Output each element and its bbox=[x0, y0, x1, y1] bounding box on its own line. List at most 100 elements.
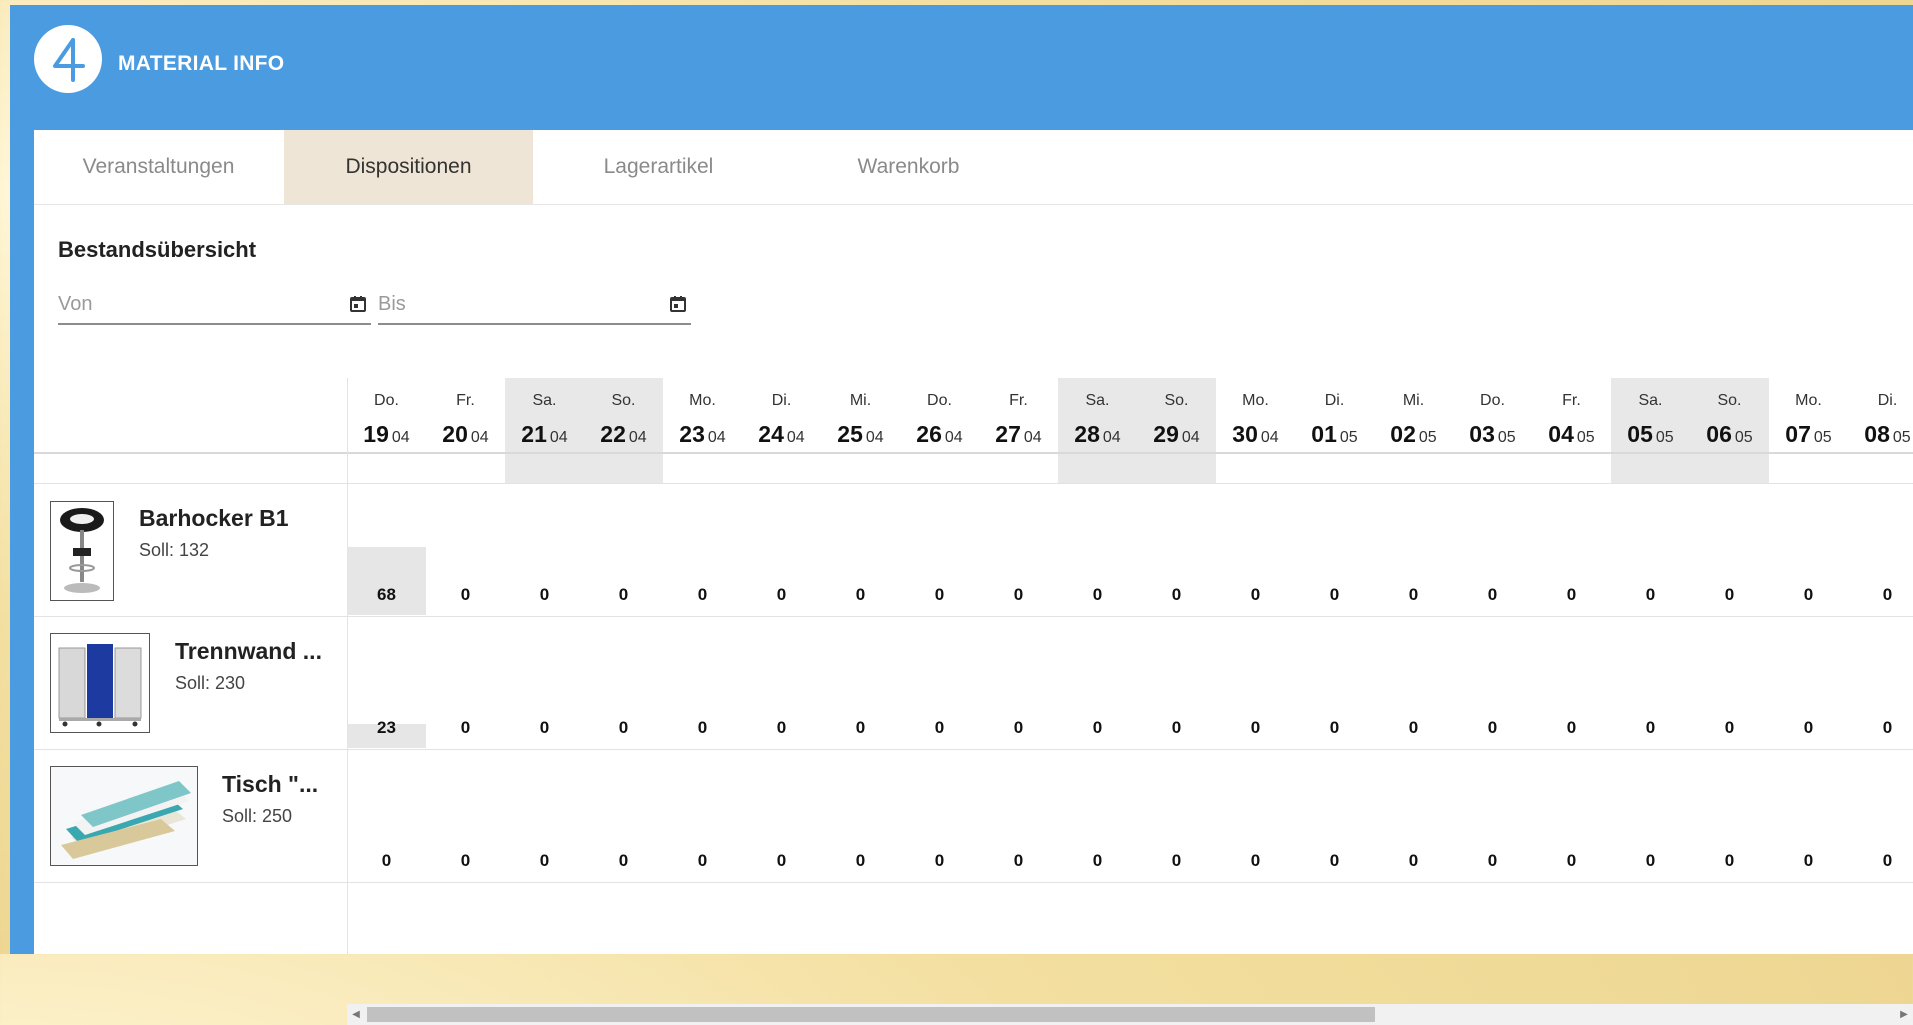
stock-value-cell[interactable]: 0 bbox=[663, 585, 742, 605]
stock-value-cell[interactable]: 0 bbox=[1769, 585, 1848, 605]
month-number: 04 bbox=[391, 429, 410, 446]
tab-warenkorb[interactable]: Warenkorb bbox=[784, 130, 1033, 204]
stock-value-cell[interactable]: 0 bbox=[1532, 851, 1611, 871]
stock-value-cell[interactable]: 0 bbox=[426, 851, 505, 871]
calendar-icon[interactable] bbox=[669, 295, 687, 313]
tab-dispositionen[interactable]: Dispositionen bbox=[284, 130, 533, 204]
day-number: 19 bbox=[363, 421, 389, 447]
tab-bar: Veranstaltungen Dispositionen Lagerartik… bbox=[34, 130, 1913, 205]
stock-value-cell[interactable]: 0 bbox=[1453, 851, 1532, 871]
stock-value-cell[interactable]: 0 bbox=[900, 718, 979, 738]
date-label: 05 05 bbox=[1611, 421, 1690, 448]
stock-value-cell[interactable]: 0 bbox=[1295, 718, 1374, 738]
weekend-strip bbox=[584, 454, 663, 483]
stock-value-cell[interactable]: 0 bbox=[426, 718, 505, 738]
stock-value-cell[interactable]: 23 bbox=[347, 718, 426, 738]
day-number: 30 bbox=[1232, 421, 1258, 447]
stock-value-cell[interactable]: 0 bbox=[584, 851, 663, 871]
tab-veranstaltungen[interactable]: Veranstaltungen bbox=[34, 130, 283, 204]
to-date-input[interactable] bbox=[378, 292, 691, 316]
stock-value-cell[interactable]: 0 bbox=[1848, 718, 1913, 738]
scroll-right-icon[interactable]: ▶ bbox=[1895, 1004, 1913, 1025]
stock-value-cell[interactable]: 0 bbox=[663, 851, 742, 871]
product-row-barhocker[interactable]: Barhocker B1 Soll: 132 68 0 0 0 0 0 0 0 0 0 0 0 0 0 0 0… bbox=[34, 483, 1913, 616]
stock-value-cell[interactable]: 0 bbox=[1690, 585, 1769, 605]
stock-value-cell[interactable]: 0 bbox=[1216, 585, 1295, 605]
stock-value-cell[interactable]: 0 bbox=[1058, 851, 1137, 871]
stock-value-cell[interactable]: 0 bbox=[1532, 585, 1611, 605]
stock-value-cell[interactable]: 0 bbox=[1690, 851, 1769, 871]
weekday-label: So. bbox=[611, 392, 636, 409]
stock-value-cell[interactable]: 0 bbox=[1216, 851, 1295, 871]
stock-value-cell[interactable]: 0 bbox=[1137, 585, 1216, 605]
stock-value-cell[interactable]: 0 bbox=[584, 718, 663, 738]
month-number: 05 bbox=[1497, 429, 1516, 446]
stock-value-cell[interactable]: 0 bbox=[1611, 718, 1690, 738]
stock-value-cell[interactable]: 0 bbox=[821, 718, 900, 738]
stock-value-cell[interactable]: 0 bbox=[900, 851, 979, 871]
calendar-icon[interactable] bbox=[349, 295, 367, 313]
stock-value-cell[interactable]: 0 bbox=[584, 585, 663, 605]
stock-value-cell[interactable]: 0 bbox=[1374, 851, 1453, 871]
stock-value-cell[interactable]: 0 bbox=[900, 585, 979, 605]
scroll-left-icon[interactable]: ◀ bbox=[347, 1004, 365, 1025]
stock-value-cell[interactable]: 0 bbox=[979, 585, 1058, 605]
stock-value-cell[interactable]: 0 bbox=[1058, 718, 1137, 738]
stock-value-cell[interactable]: 68 bbox=[347, 585, 426, 605]
scrollbar-thumb[interactable] bbox=[367, 1007, 1375, 1022]
from-date-input[interactable] bbox=[58, 292, 371, 316]
stock-value-cell[interactable]: 0 bbox=[1769, 851, 1848, 871]
stock-value-cell[interactable]: 0 bbox=[1374, 718, 1453, 738]
stock-value-cell[interactable]: 0 bbox=[505, 851, 584, 871]
weekday-label: Fr. bbox=[1009, 392, 1028, 409]
stock-value-cell[interactable]: 0 bbox=[347, 851, 426, 871]
top-bar: MATERIAL INFO bbox=[10, 5, 1913, 130]
stock-value-cell[interactable]: 0 bbox=[742, 718, 821, 738]
month-number: 05 bbox=[1892, 429, 1911, 446]
stock-value-cell[interactable]: 0 bbox=[1769, 718, 1848, 738]
stock-value-cell[interactable]: 0 bbox=[505, 585, 584, 605]
stock-value-cell[interactable]: 0 bbox=[1295, 851, 1374, 871]
stock-value-cell[interactable]: 0 bbox=[1453, 718, 1532, 738]
product-name: Trennwand ... bbox=[175, 638, 322, 664]
stock-value-cell[interactable]: 0 bbox=[1216, 718, 1295, 738]
date-column-header: Di. 01 05 bbox=[1295, 378, 1374, 452]
weekday-label: So. bbox=[1717, 392, 1742, 409]
stock-value-cell[interactable]: 0 bbox=[979, 851, 1058, 871]
product-row-tisch[interactable]: Tisch "... Soll: 250 0000000000000000000… bbox=[34, 749, 1913, 882]
stock-value-cell[interactable]: 0 bbox=[505, 718, 584, 738]
stock-value-cell[interactable]: 0 bbox=[426, 585, 505, 605]
horizontal-scrollbar[interactable]: ◀ ▶ bbox=[347, 1004, 1913, 1025]
stock-value-cell[interactable]: 0 bbox=[1611, 585, 1690, 605]
weekday-label: Mo. bbox=[1795, 392, 1822, 409]
stock-value-cell[interactable]: 0 bbox=[663, 718, 742, 738]
day-number: 27 bbox=[995, 421, 1021, 447]
stock-value-cell[interactable]: 0 bbox=[1453, 585, 1532, 605]
stock-value-cell[interactable]: 0 bbox=[1295, 585, 1374, 605]
tab-lagerartikel[interactable]: Lagerartikel bbox=[534, 130, 783, 204]
stock-value-cell[interactable]: 0 bbox=[1137, 718, 1216, 738]
stock-value-cell[interactable]: 0 bbox=[1532, 718, 1611, 738]
stock-value-cell[interactable]: 0 bbox=[742, 851, 821, 871]
stock-value-cell[interactable]: 0 bbox=[821, 851, 900, 871]
date-label: 07 05 bbox=[1769, 421, 1848, 448]
weekday-label: Di. bbox=[1877, 392, 1898, 409]
month-number: 04 bbox=[944, 429, 963, 446]
stock-value-cell[interactable]: 0 bbox=[1374, 585, 1453, 605]
stock-value-cell[interactable]: 0 bbox=[1690, 718, 1769, 738]
stock-value-cell[interactable]: 0 bbox=[1137, 851, 1216, 871]
day-number: 06 bbox=[1706, 421, 1732, 447]
stock-value-cell[interactable]: 0 bbox=[821, 585, 900, 605]
weekday-label: Di. bbox=[1324, 392, 1345, 409]
stock-value-cell[interactable]: 0 bbox=[1848, 585, 1913, 605]
stock-value-cell[interactable]: 0 bbox=[742, 585, 821, 605]
stock-value-cell[interactable]: 0 bbox=[1058, 585, 1137, 605]
date-column-header: Sa. 05 05 bbox=[1611, 378, 1690, 452]
stock-value-cell[interactable]: 0 bbox=[1611, 851, 1690, 871]
stock-value-cell[interactable]: 0 bbox=[1848, 851, 1913, 871]
month-number: 04 bbox=[628, 429, 647, 446]
month-number: 05 bbox=[1734, 429, 1753, 446]
stock-value-cell[interactable]: 0 bbox=[979, 718, 1058, 738]
date-label: 08 05 bbox=[1848, 421, 1913, 448]
product-row-trennwand[interactable]: Trennwand ... Soll: 230 23 0 0 0 0 0 0 0 0 0 0 0 0 0 0… bbox=[34, 616, 1913, 749]
